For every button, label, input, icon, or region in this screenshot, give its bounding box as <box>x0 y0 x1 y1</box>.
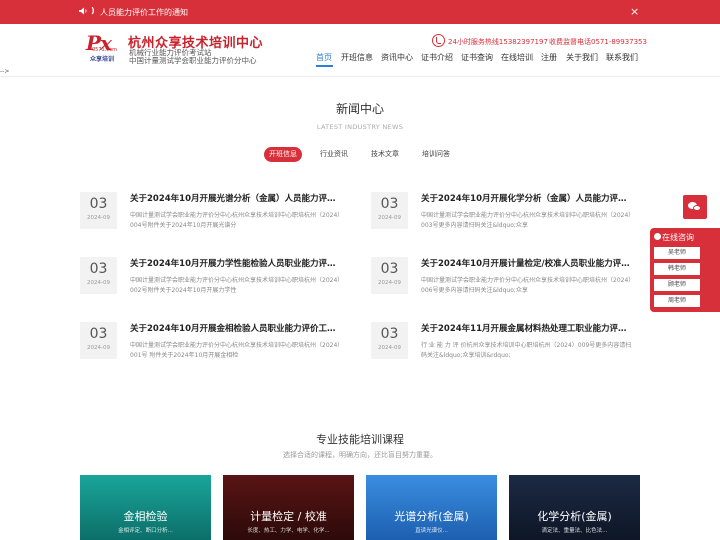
news-item[interactable]: 03 2024-09 关于2024年10月开展金相检验人员职业能力评价工作的通知… <box>80 322 350 370</box>
brand-subtitle-2: 中国计量测试学会职业能力评价分中心 <box>129 56 257 65</box>
speaker-icon <box>79 7 87 15</box>
notice-text[interactable]: 人员能力评价工作的通知 <box>100 7 188 18</box>
logo[interactable]: Px 0571.com 众享培训 <box>86 33 126 63</box>
course-tags: 滴定法、重量法、比色法... <box>541 528 608 534</box>
tab-industry-news[interactable]: 行业资讯 <box>315 147 353 162</box>
news-date: 03 2024-09 <box>80 192 117 229</box>
course-name: 光谱分析(金属) <box>394 510 469 523</box>
news-year-month: 2024-09 <box>87 215 110 221</box>
advisor-button[interactable]: 吴老师 <box>654 247 700 259</box>
tab-class-info[interactable]: 开班信息 <box>264 147 302 162</box>
nav-item-home[interactable]: 首页 <box>316 52 332 63</box>
nav-item-online-training[interactable]: 在线培训 <box>501 52 533 63</box>
course-name: 金相检验 <box>123 510 168 523</box>
close-icon[interactable]: × <box>630 5 639 18</box>
course-tags: 长度、热工、力学、电学、化学... <box>247 528 330 534</box>
hotline-text: 24小时服务热线15382397197 <box>448 38 548 46</box>
news-desc: 行 业 能 力 评 价杭州众享技术培训中心职培杭州（2024）009号更多内容请… <box>421 342 632 359</box>
news-date: 03 2024-09 <box>371 192 408 229</box>
courses-section-title: 专业技能培训课程 <box>316 433 404 446</box>
notice-bar: ) 人员能力评价工作的通知 × <box>0 0 720 24</box>
tab-training-qa[interactable]: 培训问答 <box>417 147 455 162</box>
news-title[interactable]: 关于2024年10月开展计量检定/校准人员职业能力评价工作的通知 <box>421 257 633 269</box>
news-year-month: 2024-09 <box>378 215 401 221</box>
news-desc: 中国计量测试学会职业能力评价分中心杭州众享技术培训中心职培杭州（2024）006… <box>421 277 632 294</box>
nav-item-register[interactable]: 注册 <box>541 52 557 63</box>
news-section-title: 新闻中心 <box>335 102 384 116</box>
course-card-metallography[interactable]: 金相检验 金相评定、断口分析... <box>80 475 211 540</box>
news-title[interactable]: 关于2024年10月开展化学分析（金属）人员能力评价工作的通知 <box>421 192 633 204</box>
course-tags: 直读光谱仪... <box>415 528 448 534</box>
news-title[interactable]: 关于2024年11月开展金属材料热处理工职业能力评价工作的通知 <box>421 322 633 334</box>
course-card-chemical[interactable]: 化学分析(金属) 滴定法、重量法、比色法... <box>509 475 640 540</box>
nav-item-contact[interactable]: 联系我们 <box>606 52 638 63</box>
news-day: 03 <box>380 196 399 212</box>
online-consult-label: 在线咨询 <box>662 233 694 242</box>
stray-text: --> <box>0 68 10 75</box>
news-title[interactable]: 关于2024年10月开展光谱分析（金属）人员能力评价工作的通知 <box>130 192 342 204</box>
news-date: 03 2024-09 <box>371 257 408 294</box>
news-date: 03 2024-09 <box>80 257 117 294</box>
course-tags: 金相评定、断口分析... <box>118 528 173 534</box>
advisor-button[interactable]: 韩老师 <box>654 263 700 275</box>
news-year-month: 2024-09 <box>87 345 110 351</box>
news-item[interactable]: 03 2024-09 关于2024年10月开展光谱分析（金属）人员能力评价工作的… <box>80 192 350 240</box>
course-card-spectral[interactable]: 光谱分析(金属) 直读光谱仪... <box>366 475 497 540</box>
news-year-month: 2024-09 <box>378 280 401 286</box>
news-day: 03 <box>89 261 108 277</box>
news-desc: 中国计量测试学会职业能力评价分中心杭州众享技术培训中心职培杭州（2024）003… <box>421 212 632 229</box>
news-item[interactable]: 03 2024-09 关于2024年10月开展计量检定/校准人员职业能力评价工作… <box>371 257 641 305</box>
advisor-button[interactable]: 顾老师 <box>654 279 700 291</box>
news-year-month: 2024-09 <box>378 345 401 351</box>
advisor-button[interactable]: 周老师 <box>654 295 700 307</box>
news-item[interactable]: 03 2024-09 关于2024年11月开展金属材料热处理工职业能力评价工作的… <box>371 322 641 370</box>
notice-arrow: ) <box>91 6 95 15</box>
news-desc: 中国计量测试学会职业能力评价分中心杭州众享技术培训中心职培杭州（2024）002… <box>130 277 341 294</box>
chat-icon <box>654 233 661 240</box>
supervise-phone-text: 收费监督电话0571-89937353 <box>549 38 647 46</box>
tab-tech-articles[interactable]: 技术文章 <box>366 147 404 162</box>
news-day: 03 <box>380 261 399 277</box>
logo-domain: 0571.com <box>92 47 117 53</box>
news-day: 03 <box>380 326 399 342</box>
header-divider <box>0 76 720 77</box>
news-day: 03 <box>89 196 108 212</box>
wechat-button[interactable] <box>683 195 707 219</box>
courses-section-subtitle: 选择合适的课程，明确方向，还比盲目努力重要。 <box>283 451 437 459</box>
news-section-subtitle: LATEST INDUSTRY NEWS <box>316 123 404 131</box>
course-name: 化学分析(金属) <box>537 510 612 523</box>
news-date: 03 2024-09 <box>80 322 117 359</box>
phone-icon <box>432 34 445 47</box>
nav-item-classes[interactable]: 开班信息 <box>341 52 373 63</box>
news-desc: 中国计量测试学会职业能力评价分中心杭州众享技术培训中心职培杭州（2024）001… <box>130 342 341 359</box>
online-consult-panel: 在线咨询 吴老师 韩老师 顾老师 周老师 <box>650 228 720 312</box>
news-day: 03 <box>89 326 108 342</box>
news-date: 03 2024-09 <box>371 322 408 359</box>
news-desc: 中国计量测试学会职业能力评价分中心杭州众享技术培训中心职培杭州（2024）004… <box>130 212 341 229</box>
course-card-metrology[interactable]: 计量检定 / 校准 长度、热工、力学、电学、化学... <box>223 475 354 540</box>
news-item[interactable]: 03 2024-09 关于2024年10月开展化学分析（金属）人员能力评价工作的… <box>371 192 641 240</box>
news-title[interactable]: 关于2024年10月开展力学性能检验人员职业能力评价工作的通知 <box>130 257 342 269</box>
news-item[interactable]: 03 2024-09 关于2024年10月开展力学性能检验人员职业能力评价工作的… <box>80 257 350 305</box>
nav-item-about[interactable]: 关于我们 <box>566 52 598 63</box>
nav-active-underline <box>316 65 333 67</box>
news-year-month: 2024-09 <box>87 280 110 286</box>
nav-item-certificates[interactable]: 证书介绍 <box>421 52 453 63</box>
logo-caption: 众享培训 <box>90 56 115 63</box>
nav-item-cert-lookup[interactable]: 证书查询 <box>461 52 493 63</box>
wechat-icon-bubble <box>693 205 701 211</box>
nav-item-news[interactable]: 资讯中心 <box>381 52 413 63</box>
news-title[interactable]: 关于2024年10月开展金相检验人员职业能力评价工作的通知 <box>130 322 342 334</box>
course-name: 计量检定 / 校准 <box>250 510 327 523</box>
